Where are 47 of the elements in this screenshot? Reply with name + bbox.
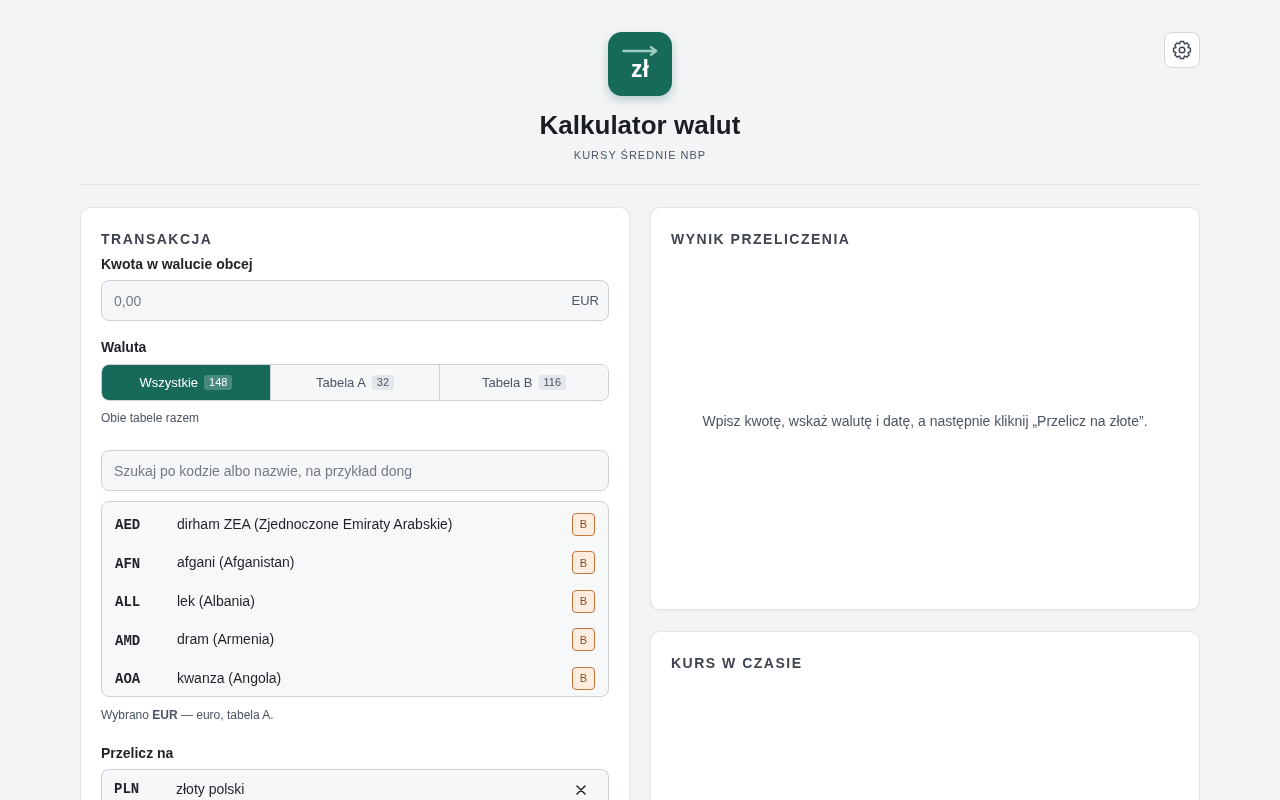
filter-hint: Obie tabele razem <box>101 410 201 426</box>
table-filter-tab[interactable]: Wszystkie 148 <box>102 365 270 400</box>
currency-code: AOA <box>115 670 142 690</box>
table-filter-tab[interactable]: Tabela B 116 <box>439 365 608 400</box>
count-badge: 116 <box>538 375 567 390</box>
table-filter-tab[interactable]: Tabela A 32 <box>270 365 439 400</box>
currency-option[interactable]: ALL lek (Albania) B <box>102 582 608 621</box>
count-badge: 148 <box>204 375 233 390</box>
table-badge: B <box>572 512 595 536</box>
currency-name: afgani (Afganistan) <box>177 553 296 573</box>
selection-note: Wybrano EUR — euro, tabela A. <box>101 707 275 723</box>
field-label: Przelicz na <box>101 744 175 763</box>
currency-code: AFN <box>115 554 142 574</box>
currency-code: PLN <box>114 781 141 798</box>
currency-name: lek (Albania) <box>177 591 256 611</box>
currency-name: złoty polski <box>176 781 246 798</box>
search-field[interactable]: Szukaj po kodzie albo nazwie, na przykład dong <box>101 450 609 491</box>
app-subtitle: KURSY ŚREDNIE NBP <box>572 148 708 163</box>
currency-name: dram (Armenia) <box>177 630 276 650</box>
currency-code: AED <box>115 516 142 536</box>
currency-option[interactable]: AED dirham ZEA (Zjednoczone Emiraty Arabskie) B <box>102 505 608 544</box>
currency-code: ALL <box>115 593 142 613</box>
settings-button[interactable] <box>1164 32 1200 68</box>
table-badge: B <box>572 551 595 575</box>
count-badge: 32 <box>371 375 395 390</box>
field-label: Waluta <box>101 338 148 357</box>
currency-option[interactable]: AMD dram (Armenia) B <box>102 620 608 659</box>
currency-name: dirham ZEA (Zjednoczone Emiraty Arabskie) <box>177 514 454 534</box>
clear-icon[interactable] <box>576 785 586 795</box>
table-badge: B <box>572 666 595 690</box>
empty-result-message: Wpisz kwotę, wskaż walutę i datę, a następnie kliknij „Przelicz na złote”. <box>702 412 1148 431</box>
section-heading: TRANSAKCJA <box>101 230 214 249</box>
settings-icon <box>1172 40 1192 60</box>
target-currency-select[interactable]: PLN złoty polski <box>101 769 609 800</box>
currency-option[interactable]: AOA kwanza (Angola) B <box>102 659 608 696</box>
section-heading: WYNIK PRZELICZENIA <box>671 230 852 249</box>
table-badge: B <box>572 628 595 652</box>
app-title: Kalkulator walut <box>539 109 741 141</box>
currency-option[interactable]: AFN afgani (Afganistan) B <box>102 543 608 582</box>
arrow-icon <box>622 46 658 56</box>
currency-code: AMD <box>115 631 142 651</box>
field-label: Kwota w walucie obcej <box>101 255 254 274</box>
logo-text: zł <box>631 57 649 81</box>
section-heading: KURS W CZASIE <box>671 654 804 673</box>
currency-name: kwanza (Angola) <box>177 668 283 688</box>
table-badge: B <box>572 589 595 613</box>
currency-suffix: EUR <box>571 292 599 309</box>
